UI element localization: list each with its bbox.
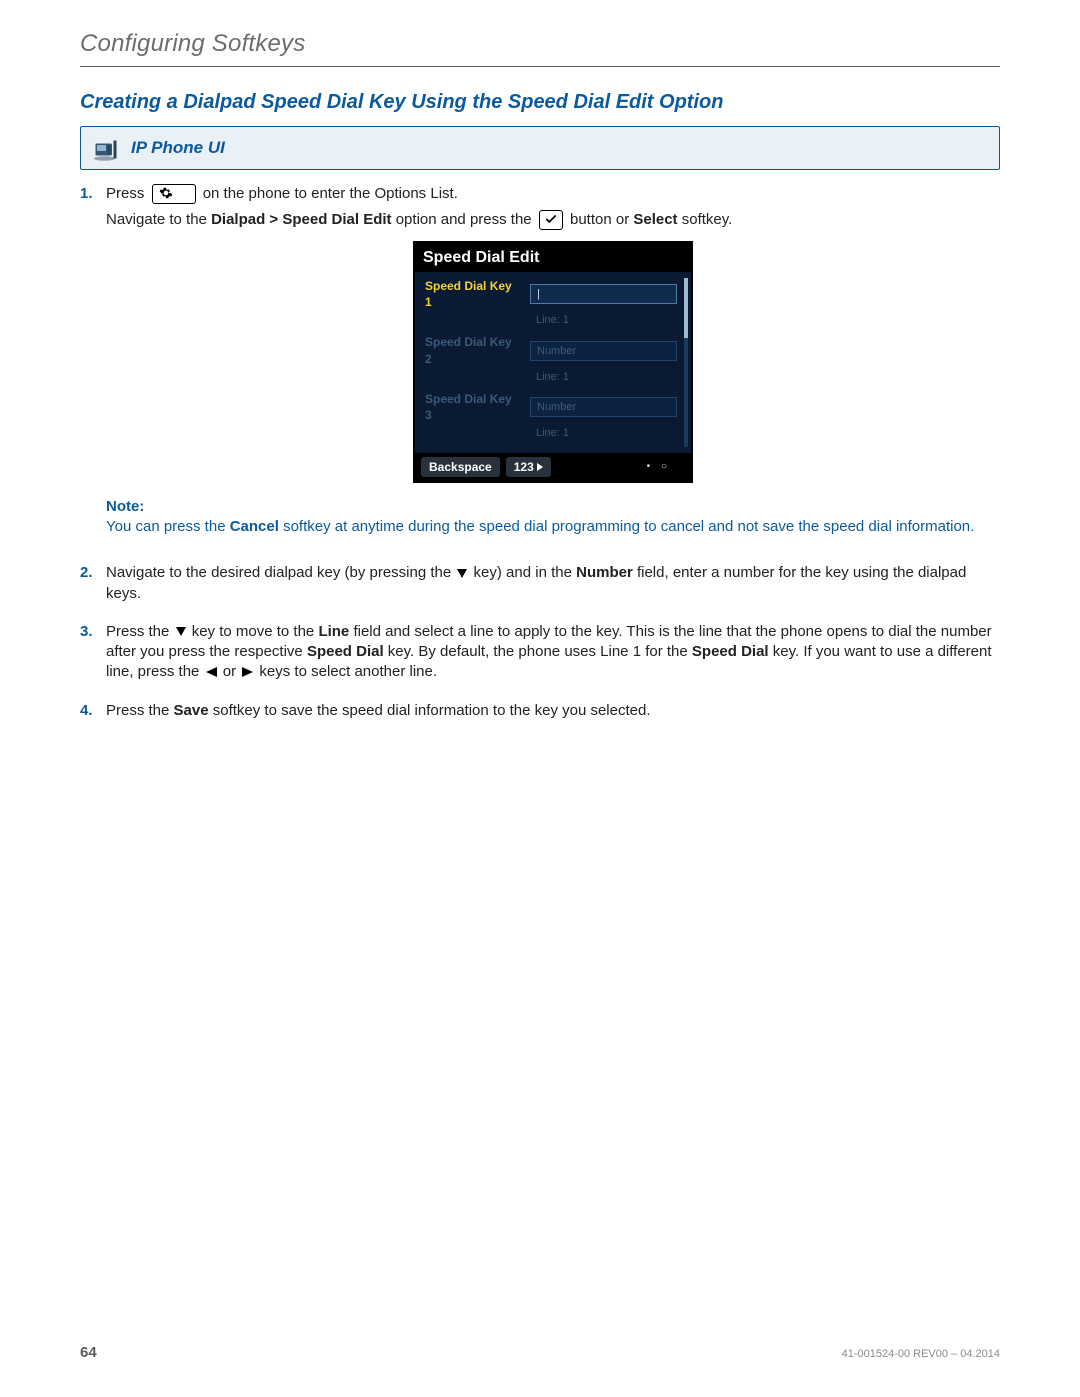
- step-2: 2. Navigate to the desired dialpad key (…: [80, 563, 1000, 610]
- text: keys to select another line.: [255, 663, 437, 680]
- speed-dial-line-value: Line: 1: [530, 425, 575, 447]
- section-title: Configuring Softkeys: [80, 30, 1000, 58]
- text: Navigate to the desired dialpad key (by …: [106, 564, 455, 581]
- down-arrow-icon: [176, 627, 186, 636]
- text-bold: Speed Dial: [692, 643, 769, 660]
- step-3: 3. Press the key to move to the Line fie…: [80, 622, 1000, 689]
- text: key. By default, the phone uses Line 1 f…: [384, 643, 692, 660]
- text: Press the: [106, 623, 174, 640]
- speed-dial-row: Speed Dial Key 1 |: [425, 278, 687, 310]
- text: softkey to save the speed dial informati…: [209, 702, 651, 719]
- chevron-right-icon: [537, 463, 543, 471]
- speed-dial-label: Speed Dial Key 2: [425, 334, 520, 366]
- step-4: 4. Press the Save softkey to save the sp…: [80, 701, 1000, 727]
- right-arrow-icon: [242, 667, 253, 677]
- speed-dial-label: Speed Dial Key 3: [425, 391, 520, 423]
- note-text: You can press the Cancel softkey at anyt…: [106, 517, 1000, 537]
- softkey-input-mode[interactable]: 123: [506, 457, 551, 477]
- speed-dial-row: Speed Dial Key 3 Number: [425, 391, 687, 423]
- text: option and press the: [392, 211, 536, 228]
- text: Navigate to the: [106, 211, 211, 228]
- step-1: 1. Press on the phone to enter the Optio…: [80, 184, 1000, 551]
- text: key to move to the: [188, 623, 319, 640]
- document-id: 41-001524-00 REV00 – 04.2014: [842, 1348, 1000, 1360]
- text: key) and in the: [469, 564, 576, 581]
- divider: [80, 66, 1000, 67]
- text: on the phone to enter the Options List.: [203, 185, 458, 202]
- softkey-bar: Backspace 123 • ○: [415, 453, 691, 481]
- text-bold: Dialpad > Speed Dial Edit: [211, 211, 391, 228]
- speed-dial-row: Speed Dial Key 2 Number: [425, 334, 687, 366]
- phone-screen: Speed Dial Edit Speed Dial Key 1 | Line:…: [413, 241, 693, 483]
- text: Press: [106, 185, 144, 202]
- speed-dial-number-field[interactable]: Number: [530, 397, 677, 417]
- page-footer: 64 41-001524-00 REV00 – 04.2014: [80, 1344, 1000, 1361]
- text-bold: Speed Dial: [307, 643, 384, 660]
- phone-icon: [91, 133, 121, 163]
- step-number: 4.: [80, 701, 98, 727]
- step-number: 2.: [80, 563, 98, 610]
- text: or: [219, 663, 241, 680]
- step-number: 3.: [80, 622, 98, 689]
- left-arrow-icon: [206, 667, 217, 677]
- text-bold: Save: [174, 702, 209, 719]
- page-heading: Creating a Dialpad Speed Dial Key Using …: [80, 91, 1000, 114]
- text: softkey.: [678, 211, 733, 228]
- text-bold: Select: [633, 211, 677, 228]
- speed-dial-number-field[interactable]: Number: [530, 341, 677, 361]
- check-button-icon: [539, 210, 563, 230]
- ip-phone-ui-bar: IP Phone UI: [80, 126, 1000, 170]
- ip-phone-ui-label: IP Phone UI: [131, 138, 225, 158]
- screen-title: Speed Dial Edit: [415, 243, 691, 273]
- page-number: 64: [80, 1344, 97, 1361]
- scrollbar-thumb[interactable]: [684, 278, 688, 338]
- text: button or: [566, 211, 634, 228]
- speed-dial-number-field[interactable]: |: [530, 284, 677, 304]
- down-arrow-icon: [457, 569, 467, 578]
- page-indicator-dots: • ○: [647, 460, 685, 474]
- speed-dial-line-value: Line: 1: [530, 369, 575, 391]
- step-number: 1.: [80, 184, 98, 551]
- text: Press the: [106, 702, 174, 719]
- options-gear-button-icon: [152, 184, 196, 204]
- speed-dial-label: Speed Dial Key 1: [425, 278, 520, 310]
- softkey-backspace[interactable]: Backspace: [421, 457, 500, 477]
- text-bold: Number: [576, 564, 633, 581]
- speed-dial-line-value: Line: 1: [530, 312, 575, 334]
- screen-content: Speed Dial Key 1 | Line: 1 Speed Dial Ke…: [415, 272, 691, 453]
- text-bold: Line: [318, 623, 349, 640]
- note-label: Note:: [106, 497, 1000, 517]
